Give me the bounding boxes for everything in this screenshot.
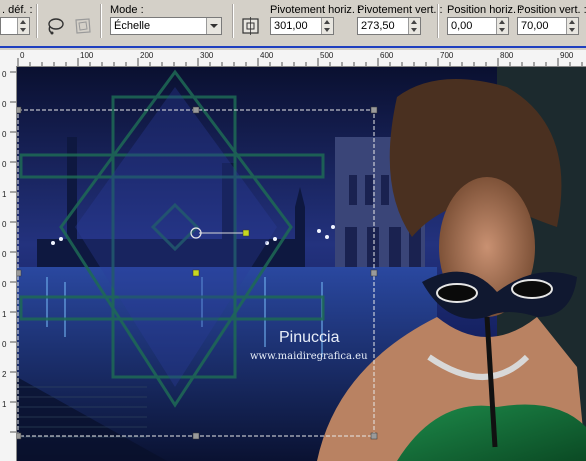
mode-select-value: Échelle [114, 20, 151, 32]
ruler-label: 900 [560, 51, 574, 60]
pivot-vertical-label: Pivotement vert. : [357, 4, 443, 16]
center-handle[interactable] [192, 269, 200, 277]
ruler-label: 0 [2, 160, 7, 169]
ruler-horizontal[interactable]: 0 100 200 300 400 500 600 700 800 900 [0, 50, 586, 67]
resize-handle[interactable] [17, 269, 22, 277]
lasso-icon[interactable] [44, 15, 66, 37]
ruler-label: 500 [320, 51, 334, 60]
ruler-label: 0 [2, 220, 7, 229]
ruler-label: 0 [2, 340, 7, 349]
ruler-label: 0 [20, 51, 25, 60]
ruler-label: 200 [140, 51, 154, 60]
pivot-vertical-field[interactable]: 273,50 [357, 17, 421, 35]
separator [100, 4, 102, 38]
separator [437, 4, 439, 38]
pivot-horizontal-field[interactable]: 301,00 [270, 17, 334, 35]
transform-box[interactable] [17, 67, 586, 461]
separator [232, 4, 234, 38]
ruler-label: 400 [260, 51, 274, 60]
mode-label: Mode : [110, 4, 144, 16]
ruler-label: 0 [2, 280, 7, 289]
position-vertical-spinner[interactable] [566, 18, 578, 34]
ruler-label: 600 [380, 51, 394, 60]
reference-spinner[interactable] [17, 18, 29, 34]
pivot-icon[interactable] [240, 15, 262, 37]
resize-handle[interactable] [370, 432, 378, 440]
rotate-handle[interactable] [242, 229, 250, 237]
ruler-label: 300 [200, 51, 214, 60]
ruler-vertical[interactable]: 0 0 0 0 1 0 0 0 1 0 2 1 [0, 66, 17, 461]
ruler-label: 0 [2, 70, 7, 79]
resize-handle[interactable] [17, 432, 22, 440]
resize-handle[interactable] [370, 106, 378, 114]
pivot-vertical-value: 273,50 [361, 20, 395, 32]
position-vertical-label: Position vert. : [517, 4, 586, 16]
image-canvas[interactable]: Pinuccia www.maidiregrafica.eu [17, 67, 586, 461]
reference-field[interactable] [0, 17, 30, 35]
ruler-label: 2 [2, 370, 7, 379]
ruler-label: 1 [2, 310, 7, 319]
ruler-label: 700 [440, 51, 454, 60]
pivot-horizontal-value: 301,00 [274, 20, 308, 32]
ruler-label: 0 [2, 100, 7, 109]
position-horizontal-spinner[interactable] [496, 18, 508, 34]
ruler-label: 1 [2, 400, 7, 409]
ruler-label: 0 [2, 250, 7, 259]
position-vertical-value: 70,00 [521, 20, 549, 32]
ruler-label: 100 [80, 51, 94, 60]
position-horizontal-field[interactable]: 0,00 [447, 17, 509, 35]
position-vertical-field[interactable]: 70,00 [517, 17, 579, 35]
pivot-horizontal-spinner[interactable] [321, 18, 333, 34]
deform-icon[interactable] [72, 15, 94, 37]
position-horizontal-label: Position horiz. : [447, 4, 523, 16]
resize-handle[interactable] [17, 106, 22, 114]
mode-select[interactable]: Échelle [110, 17, 222, 35]
ruler-label: 0 [2, 130, 7, 139]
pivot-vertical-spinner[interactable] [408, 18, 420, 34]
chevron-down-icon[interactable] [206, 18, 221, 34]
pivot-horizontal-label: Pivotement horiz. : [270, 4, 362, 16]
position-horizontal-value: 0,00 [451, 20, 473, 32]
resize-handle[interactable] [192, 106, 200, 114]
ruler-label: 1 [2, 190, 7, 199]
resize-handle[interactable] [370, 269, 378, 277]
resize-handle[interactable] [192, 432, 200, 440]
reference-label: . déf. : [2, 4, 33, 16]
toolbar: . déf. : Mode : Échelle Pivotement horiz… [0, 0, 586, 45]
separator [36, 4, 38, 38]
ruler-label: 800 [500, 51, 514, 60]
